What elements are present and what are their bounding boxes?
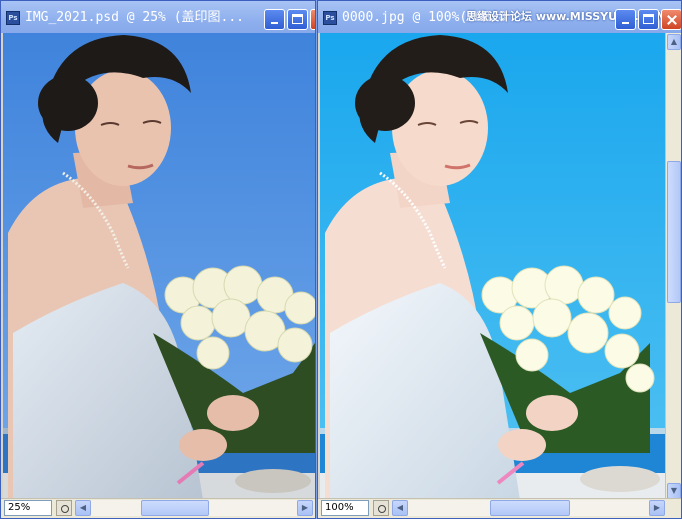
- maximize-icon: [643, 14, 654, 24]
- status-bar-right: 100% ◀ ▶: [318, 498, 681, 518]
- photo-bride-left: [3, 33, 315, 500]
- hscroll-thumb-right[interactable]: [490, 500, 570, 516]
- ps-icon: Ps: [6, 11, 20, 25]
- title-bar-left[interactable]: Ps IMG_2021.psd @ 25% (盖印图...: [1, 1, 315, 33]
- photo-bride-right: [320, 33, 667, 500]
- image-canvas-left[interactable]: [3, 33, 315, 500]
- zoom-field-right[interactable]: 100%: [321, 500, 369, 516]
- ps-icon: Ps: [323, 11, 337, 25]
- minimize-button-left[interactable]: [264, 9, 285, 30]
- hscroll-left-arrow-left[interactable]: ◀: [75, 500, 91, 516]
- vertical-scrollbar-right[interactable]: ▲ ▼: [665, 33, 681, 500]
- scroll-down-arrow-icon[interactable]: ▼: [667, 483, 681, 499]
- zoom-field-left[interactable]: 25%: [4, 500, 52, 516]
- document-window-right[interactable]: Ps 0000.jpg @ 100%(RGB/8 思缘设计论坛 www.MISS…: [317, 0, 682, 519]
- scroll-up-arrow-icon[interactable]: ▲: [667, 34, 681, 50]
- vertical-scroll-thumb[interactable]: [667, 161, 681, 303]
- document-window-left[interactable]: Ps IMG_2021.psd @ 25% (盖印图... 25% ◀ ▶: [0, 0, 316, 519]
- status-bar-left: 25% ◀ ▶: [1, 498, 315, 518]
- maximize-icon: [292, 14, 303, 24]
- hscroll-right-arrow-left[interactable]: ▶: [297, 500, 313, 516]
- minimize-button-right[interactable]: [615, 9, 636, 30]
- title-bar-right[interactable]: Ps 0000.jpg @ 100%(RGB/8 思缘设计论坛 www.MISS…: [318, 1, 681, 33]
- status-menu-button-right[interactable]: [373, 500, 389, 516]
- hscroll-thumb-left[interactable]: [141, 500, 209, 516]
- window-title-left: IMG_2021.psd @ 25% (盖印图...: [25, 10, 245, 25]
- maximize-button-left[interactable]: [287, 9, 308, 30]
- minimize-icon: [271, 22, 278, 24]
- status-menu-button-left[interactable]: [56, 500, 72, 516]
- hscroll-left-arrow-right[interactable]: ◀: [392, 500, 408, 516]
- close-button-right[interactable]: [661, 9, 681, 30]
- minimize-icon: [622, 22, 629, 24]
- image-canvas-right[interactable]: [320, 33, 667, 500]
- site-watermark: 思缘设计论坛 www.MISSYUAN.COM: [465, 10, 667, 23]
- hscroll-right-arrow-right[interactable]: ▶: [649, 500, 665, 516]
- maximize-button-right[interactable]: [638, 9, 659, 30]
- close-button-left[interactable]: [310, 9, 315, 30]
